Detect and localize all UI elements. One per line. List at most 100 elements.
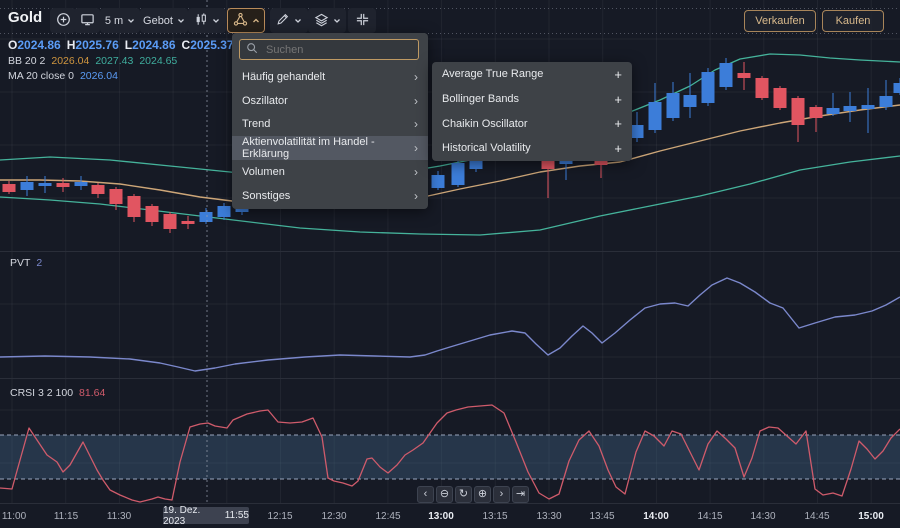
ohlc-value: 2024.86 (132, 38, 176, 52)
axis-tick: 12:15 (267, 511, 293, 522)
legend-label: BB 20 2 (8, 55, 46, 67)
time-axis[interactable]: 19. Dez. 2023 11:55 11:00 11:15 11:30 12:15… (0, 503, 900, 528)
chip-date: 19. Dez. 2023 (163, 504, 201, 527)
menu-item-aktienvolatilitaet[interactable]: Aktienvolatilität im Handel - Erklärung › (232, 136, 428, 160)
crosshair-date-chip: 19. Dez. 2023 11:55 (163, 504, 249, 527)
legend-value: 2026.04 (79, 70, 118, 82)
submenu-item-label: Average True Range (442, 68, 544, 81)
pencil-icon (276, 12, 290, 29)
submenu-item-average-true-range[interactable]: Average True Range + (432, 62, 632, 87)
axis-tick: 15:00 (858, 511, 884, 522)
legend-label: MA 20 close 0 (8, 70, 74, 82)
chevron-right-icon: › (414, 117, 418, 132)
timeframe-button[interactable]: 5 m (100, 8, 140, 33)
add-indicator-icon[interactable]: + (614, 67, 622, 82)
layout-split-icon (355, 12, 370, 30)
buy-button[interactable]: Kaufen (822, 10, 884, 32)
chart-nav-cluster: ‹ ⊖ ↻ ⊕ › ⇥ (417, 486, 529, 503)
axis-tick: 13:00 (428, 511, 454, 522)
chevron-down-icon (177, 13, 185, 28)
add-symbol-button[interactable] (50, 8, 76, 33)
search-input[interactable] (264, 42, 412, 57)
chevron-right-icon: › (414, 141, 418, 156)
layers-button[interactable] (308, 8, 346, 33)
menu-item-volumen[interactable]: Volumen › (232, 160, 428, 184)
menu-item-trend[interactable]: Trend › (232, 113, 428, 137)
indicators-button[interactable] (227, 8, 265, 33)
menu-item-sonstiges[interactable]: Sonstiges › (232, 184, 428, 208)
legend-label: PVT (10, 257, 31, 269)
chevron-down-icon (212, 13, 220, 28)
menu-item-label: Volumen (242, 166, 285, 179)
candlestick-icon (194, 12, 208, 30)
ohlc-legend: O2024.86H2025.76L2024.86C2025.37+0 (8, 38, 259, 52)
add-indicator-icon[interactable]: + (614, 92, 622, 107)
drawing-tools-button[interactable] (270, 8, 308, 33)
zoom-out-button[interactable]: ⊖ (436, 486, 453, 503)
plus-circle-icon (56, 12, 71, 30)
chart-type-button[interactable] (188, 8, 226, 33)
submenu-item-label: Chaikin Oscillator (442, 117, 528, 130)
menu-item-haeufig-gehandelt[interactable]: Häufig gehandelt › (232, 65, 428, 89)
price-type-button[interactable]: Gebot (140, 8, 188, 33)
legend-value: 81.64 (79, 387, 106, 399)
menu-item-label: Oszillator (242, 94, 288, 107)
chevron-up-icon (252, 13, 260, 28)
indicator-search-box[interactable] (239, 39, 419, 60)
ma-legend: MA 20 close 0 2026.04 (8, 70, 118, 82)
chip-time: 11:55 (224, 510, 249, 521)
ohlc-value: 2025.76 (75, 38, 119, 52)
scroll-right-button[interactable]: › (493, 486, 510, 503)
axis-tick: 11:15 (53, 511, 79, 522)
axis-tick: 13:30 (536, 511, 562, 522)
sell-button[interactable]: Verkaufen (744, 10, 816, 32)
price-type-label: Gebot (143, 14, 173, 27)
submenu-item-bollinger-bands[interactable]: Bollinger Bands + (432, 87, 632, 112)
submenu-item-label: Bollinger Bands (442, 93, 520, 106)
axis-tick: 11:00 (1, 511, 27, 522)
add-indicator-icon[interactable]: + (614, 141, 622, 156)
timeframe-label: 5 m (104, 14, 124, 27)
indicator-category-list: Häufig gehandelt › Oszillator › Trend › Aktien… (232, 65, 428, 208)
submenu-item-historical-volatility[interactable]: Historical Volatility + (432, 136, 632, 161)
ohlc-value: 2025.37 (190, 38, 234, 52)
indicator-molecule-icon (233, 12, 248, 30)
chevron-down-icon (333, 13, 341, 28)
layers-icon (314, 12, 329, 30)
legend-value: 2024.65 (139, 55, 178, 67)
ohlc-key: O (8, 38, 18, 52)
go-to-latest-button[interactable]: ⇥ (512, 486, 529, 503)
menu-item-label: Trend (242, 118, 271, 131)
symbol-title: Gold (8, 9, 43, 26)
axis-tick: 14:45 (804, 511, 830, 522)
scroll-left-button[interactable]: ‹ (417, 486, 434, 503)
trading-app: Gold 5 m Gebot Verkaufen Kaufen O2024.86… (0, 0, 900, 528)
reset-view-button[interactable]: ↻ (455, 486, 472, 503)
chevron-right-icon: › (414, 188, 418, 203)
search-icon (246, 41, 258, 59)
menu-item-label: Aktienvolatilität im Handel - Erklärung (242, 136, 375, 161)
chevron-right-icon: › (414, 165, 418, 180)
zoom-in-button[interactable]: ⊕ (474, 486, 491, 503)
axis-tick: 13:15 (482, 511, 508, 522)
indicators-menu: Häufig gehandelt›Oszillator›Trend›Aktien… (232, 33, 428, 209)
axis-tick: 12:45 (375, 511, 401, 522)
menu-item-label: Häufig gehandelt (242, 70, 326, 83)
crsi-legend: CRSI 3 2 100 81.64 (10, 387, 105, 399)
layout-split-button[interactable] (348, 8, 376, 33)
menu-item-label: Sonstiges (242, 189, 291, 202)
add-indicator-icon[interactable]: + (614, 116, 622, 131)
axis-tick: 14:30 (750, 511, 776, 522)
legend-value: 2027.43 (95, 55, 134, 67)
axis-tick: 12:30 (321, 511, 347, 522)
submenu-item-label: Historical Volatility (442, 142, 531, 155)
chevron-down-icon (127, 13, 135, 28)
display-settings-button[interactable] (74, 8, 100, 33)
legend-value: 2026.04 (51, 55, 90, 67)
submenu-item-chaikin-oscillator[interactable]: Chaikin Oscillator + (432, 111, 632, 136)
legend-label: CRSI 3 2 100 (10, 387, 74, 399)
menu-item-oszillator[interactable]: Oszillator › (232, 89, 428, 113)
pvt-legend: PVT 2 (10, 257, 42, 269)
ohlc-key: C (181, 38, 191, 52)
chevron-right-icon: › (414, 69, 418, 84)
